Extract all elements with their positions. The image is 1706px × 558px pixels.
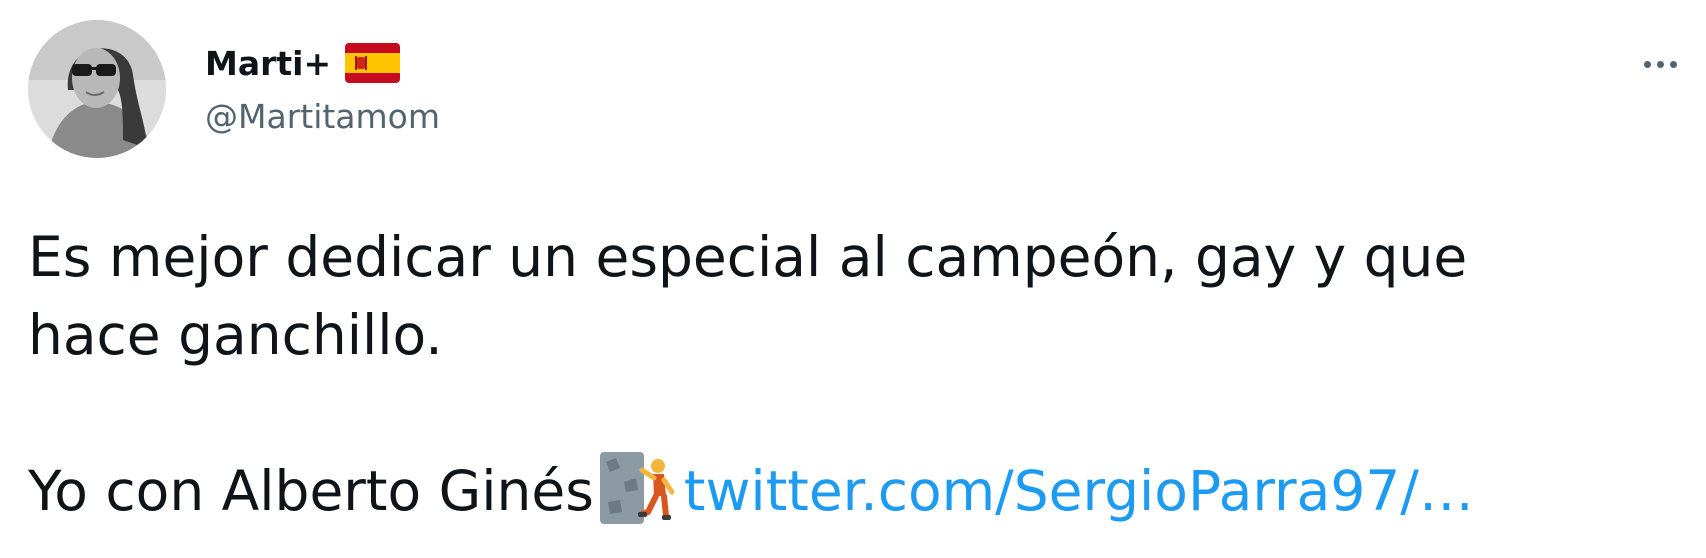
spain-flag-icon [345,43,401,83]
author-handle[interactable]: @Martitamom [205,97,440,136]
display-name[interactable]: Marti+ [205,44,331,83]
avatar[interactable] [28,20,166,158]
tweet-text-line: Es mejor dedicar un especial al campeón,… [28,225,1468,289]
tweet-text: Es mejor dedicar un especial al campeón,… [28,218,1678,530]
tweet-text-line: Yo con Alberto Ginés [28,459,594,523]
tweet-text-line-with-link: Yo con Alberto Ginés twitter.com/SergioP… [28,452,1678,530]
tweet-text-line: hace ganchillo. [28,303,443,367]
author-name-row[interactable]: Marti+ [205,38,401,88]
more-dots-icon[interactable] [1635,44,1685,84]
tweet-card: Marti+ @Martitamom Es mejor dedicar un e… [0,0,1706,558]
person-climbing-icon [598,452,676,524]
tweet-link[interactable]: twitter.com/SergioParra97/… [684,459,1474,523]
